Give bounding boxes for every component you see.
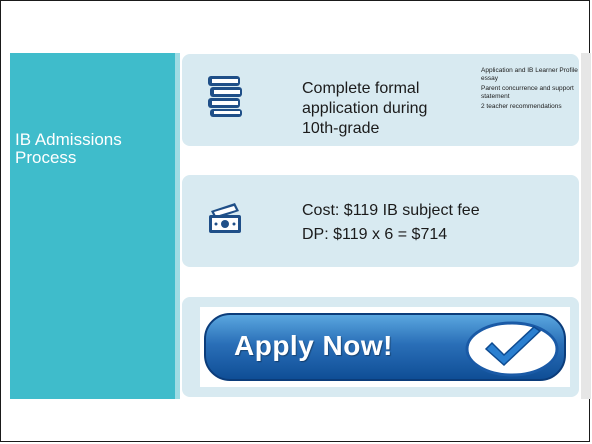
right-panel [581,53,591,399]
side-band [10,53,175,399]
slide: IB Admissions Process Complete formal ap… [0,0,591,442]
apply-now-button-body[interactable]: Apply Now! [204,313,566,381]
checkmark-icon [465,321,559,377]
apply-now-label: Apply Now! [234,330,393,361]
application-notes: Application and IB Learner Profile essay… [481,67,581,114]
books-icon [208,76,242,117]
accent-strip [175,53,180,399]
note-essay: Application and IB Learner Profile essay [481,67,578,82]
note-teachers: 2 teacher recommendations [481,103,562,110]
dp-cost-line: DP: $119 x 6 = $714 [302,226,448,243]
money-icon [209,203,241,233]
application-text: Complete formal application during 10th-… [302,80,428,137]
cost-line: Cost: $119 IB subject fee [302,202,480,219]
slide-title: IB Admissions Process [15,130,122,167]
note-parent: Parent concurrence and support statement [481,85,574,100]
apply-now-button[interactable]: Apply Now! [200,307,570,387]
